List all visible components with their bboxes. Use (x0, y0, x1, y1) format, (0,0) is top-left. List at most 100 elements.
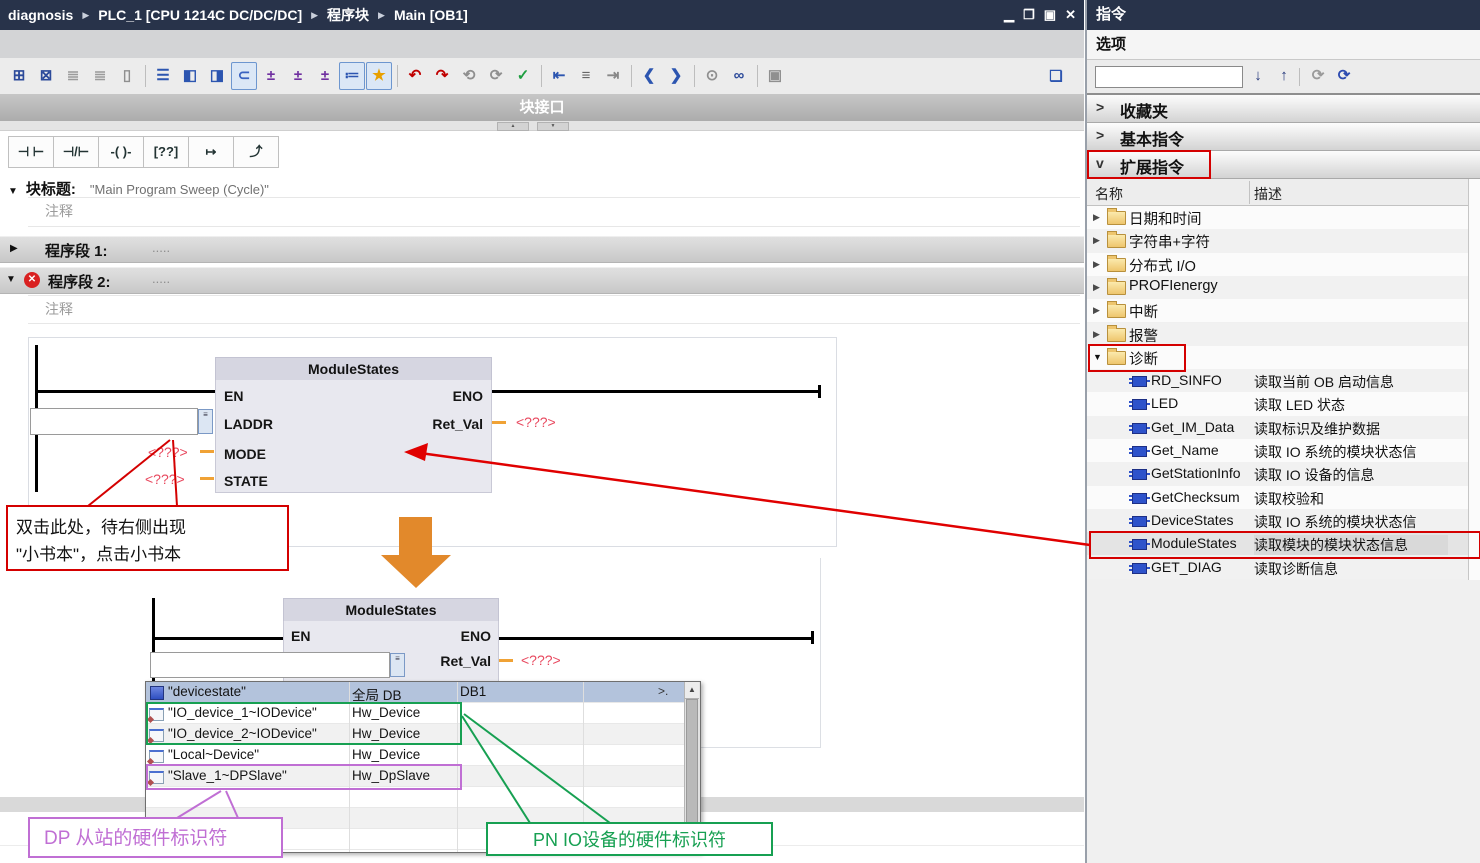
split-editor-icon[interactable]: ❏ (1043, 63, 1069, 91)
block-interface-bar[interactable]: 块接口 (0, 95, 1084, 121)
column-splitter[interactable] (1249, 181, 1250, 204)
breadcrumb-plc[interactable]: PLC_1 [CPU 1214C DC/DC/DC] (98, 7, 302, 23)
tree-instruction-Get_IM_Data[interactable]: Get_IM_Data读取标识及维护数据 (1087, 416, 1480, 439)
profile-filter-icon[interactable]: ⟳ (1333, 65, 1355, 87)
operand-list-button[interactable]: ≡ (198, 409, 213, 434)
next-error-icon[interactable]: ↷ (429, 62, 455, 90)
block-comment[interactable]: 注释 (45, 201, 73, 221)
operand-info-icon[interactable]: ± (312, 62, 338, 90)
restore-icon[interactable]: ❐ (1023, 7, 1035, 23)
delete-network-icon[interactable]: ⊠ (33, 62, 59, 90)
breadcrumb-main-ob1[interactable]: Main [OB1] (394, 7, 468, 23)
scroll-up-icon[interactable]: ▲ (685, 682, 699, 699)
dropdown-row-empty[interactable] (146, 787, 700, 808)
collapse-triangle-icon[interactable]: ▼ (8, 186, 18, 197)
state-placeholder[interactable]: <???> (145, 471, 185, 487)
close-networks-icon[interactable]: ◨ (204, 62, 230, 90)
previous-error-icon[interactable]: ↶ (402, 62, 428, 90)
network-1-header[interactable]: ▶ 程序段 1: ..... (0, 236, 1084, 263)
tree-folder-报警[interactable]: ▶报警 (1087, 323, 1480, 346)
add-network-icon[interactable]: ⊞ (6, 62, 32, 90)
tree-instruction-DeviceStates[interactable]: DeviceStates读取 IO 系统的模块状态信 (1087, 509, 1480, 532)
jump-back-icon[interactable]: ❮ (636, 62, 662, 90)
retval2-placeholder[interactable]: <???> (521, 652, 561, 668)
coil-button[interactable]: -( )- (98, 136, 143, 168)
symbolic-operands-icon[interactable]: ± (285, 62, 311, 90)
network-2-title-placeholder[interactable]: ..... (152, 271, 170, 286)
tree-instruction-LED[interactable]: LED读取 LED 状态 (1087, 392, 1480, 415)
closed-contact-button[interactable]: ⊣/⊢ (53, 136, 98, 168)
tree-folder-日期和时间[interactable]: ▶日期和时间 (1087, 206, 1480, 229)
close-branch-button[interactable]: ⤴ (233, 136, 279, 168)
data-lock-icon[interactable]: ▣ (762, 62, 788, 90)
modulestates-block-body[interactable]: EN ENO LADDR Ret_Val MODE STATE (215, 380, 492, 493)
tree-instruction-GetStationInfo[interactable]: GetStationInfo读取 IO 设备的信息 (1087, 462, 1480, 485)
profile-all-icon[interactable]: ⟳ (1307, 65, 1329, 87)
empty-box-button[interactable]: [??] (143, 136, 188, 168)
column-desc[interactable]: 描述 (1254, 184, 1282, 204)
tree-folder-PROFIenergy[interactable]: ▶PROFIenergy (1087, 276, 1480, 299)
tree-instruction-RD_SINFO[interactable]: RD_SINFO读取当前 OB 启动信息 (1087, 369, 1480, 392)
section-basic-instructions[interactable]: > 基本指令 (1087, 123, 1480, 151)
splitter-down-button[interactable]: ▼ (537, 122, 569, 131)
tree-folder-中断[interactable]: ▶中断 (1087, 299, 1480, 322)
expand-triangle-icon[interactable]: ▶ (1093, 282, 1100, 293)
snapshot-icon[interactable]: ⟳ (483, 62, 509, 90)
laddr-operand-input[interactable] (30, 408, 198, 435)
keep-start-values-icon[interactable]: ▯ (114, 62, 140, 90)
compile-check-icon[interactable]: ✓ (510, 62, 536, 90)
insert-row-below-icon[interactable]: ≣ (87, 62, 113, 90)
splitter-up-button[interactable]: ▲ (497, 122, 529, 131)
call-environment-icon[interactable]: ≡ (573, 62, 599, 90)
open-contact-button[interactable]: ⊣ ⊢ (8, 136, 53, 168)
options-section[interactable]: 选项 (1087, 30, 1480, 60)
breadcrumb-diagnosis[interactable]: diagnosis (8, 7, 73, 23)
breadcrumb-program-blocks[interactable]: 程序块 (327, 5, 369, 25)
expand-triangle-icon[interactable]: ▶ (1093, 329, 1100, 340)
load-snapshot-icon[interactable]: ⇤ (546, 62, 572, 90)
find-in-block-icon[interactable]: ⊙ (699, 62, 725, 90)
free-form-comments-icon[interactable]: ≔ (339, 62, 365, 90)
insert-row-above-icon[interactable]: ≣ (60, 62, 86, 90)
expand-triangle-icon[interactable]: ▶ (1093, 235, 1100, 246)
favorites-toolbar-icon[interactable]: ★ (366, 62, 392, 90)
tree-folder-字符串+字符[interactable]: ▶字符串+字符 (1087, 229, 1480, 252)
section-favorites[interactable]: > 收藏夹 (1087, 95, 1480, 123)
laddr2-operand-input[interactable] (150, 652, 390, 678)
chevron-right-icon[interactable]: > (1096, 127, 1104, 143)
dropdown-row-devicestate[interactable]: "devicestate"全局 DBDB1>. (146, 682, 700, 703)
expand-triangle-icon[interactable]: ▶ (10, 243, 18, 254)
column-name[interactable]: 名称 (1095, 184, 1123, 204)
collapse-networks-icon[interactable]: ◧ (177, 62, 203, 90)
block-title-value[interactable]: "Main Program Sweep (Cycle)" (90, 182, 269, 197)
operand-list-button[interactable]: ≡ (390, 653, 405, 677)
open-branch-button[interactable]: ↦ (188, 136, 233, 168)
close-icon[interactable]: ✕ (1065, 7, 1076, 23)
jump-forward-icon[interactable]: ❯ (663, 62, 689, 90)
expand-networks-icon[interactable]: ☰ (150, 62, 176, 90)
retval-placeholder[interactable]: <???> (516, 414, 556, 430)
collapse-triangle-icon[interactable]: ▼ (6, 274, 16, 285)
mode-placeholder[interactable]: <???> (148, 444, 188, 460)
maximize-icon[interactable]: ▣ (1044, 7, 1056, 23)
network-2-comment[interactable]: 注释 (45, 299, 73, 319)
expand-triangle-icon[interactable]: ▶ (1093, 259, 1100, 270)
interface-splitter[interactable]: ▲ ▼ (0, 121, 1084, 131)
update-block-call-icon[interactable]: ⟲ (456, 62, 482, 90)
find-next-icon[interactable]: ↓ (1247, 65, 1269, 87)
instruction-search-input[interactable] (1095, 66, 1243, 88)
expand-triangle-icon[interactable]: ▶ (1093, 212, 1100, 223)
find-previous-icon[interactable]: ↑ (1273, 65, 1295, 87)
network-1-title-placeholder[interactable]: ..... (152, 240, 170, 255)
absolute-operands-icon[interactable]: ± (258, 62, 284, 90)
scrollbar-thumb[interactable] (686, 699, 698, 832)
expand-triangle-icon[interactable]: ▶ (1093, 305, 1100, 316)
modulestates-block2-header[interactable]: ModuleStates (283, 598, 499, 623)
network-2-header[interactable]: ▼ ✕ 程序段 2: ..... (0, 267, 1084, 294)
tree-instruction-Get_Name[interactable]: Get_Name读取 IO 系统的模块状态信 (1087, 439, 1480, 462)
skip-icon[interactable]: ⇥ (600, 62, 626, 90)
dropdown-row-Local~Device[interactable]: "Local~Device"Hw_Device (146, 745, 700, 766)
chevron-right-icon[interactable]: > (1096, 99, 1104, 115)
monitoring-glasses-icon[interactable]: ∞ (726, 62, 752, 90)
tree-folder-分布式 I/O[interactable]: ▶分布式 I/O (1087, 253, 1480, 276)
